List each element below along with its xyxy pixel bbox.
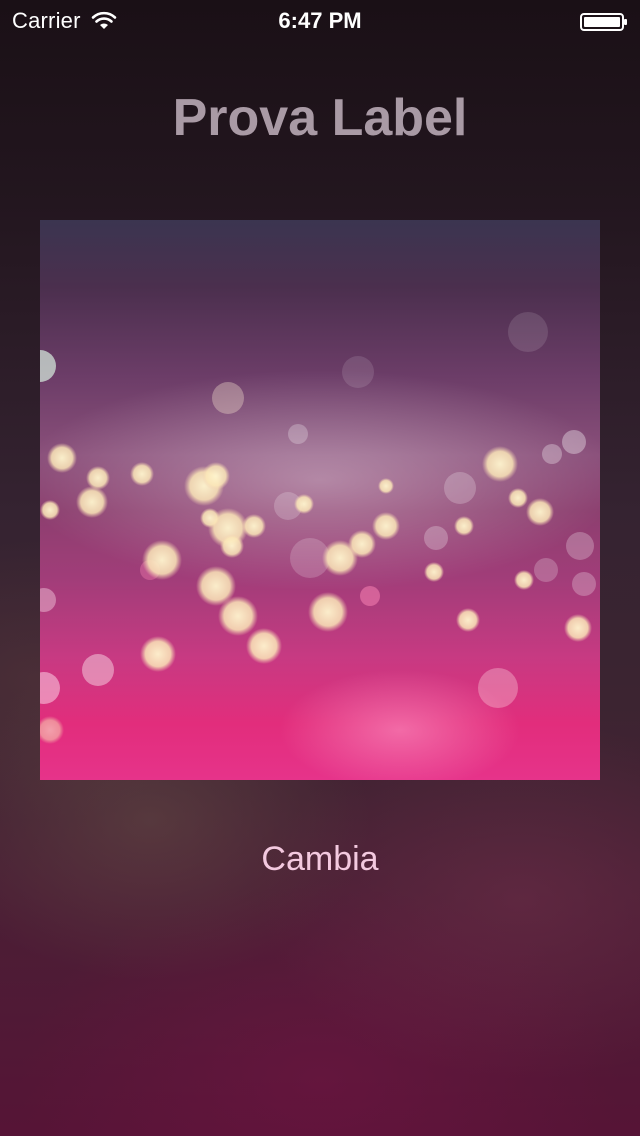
page-title: Prova Label: [172, 89, 468, 147]
status-time: 6:47 PM: [278, 8, 362, 33]
cambia-button[interactable]: Cambia: [220, 834, 420, 884]
battery-icon: [580, 11, 628, 31]
status-bar: Carrier 6:47 PM: [0, 0, 640, 40]
bokeh-photo: [40, 220, 600, 780]
